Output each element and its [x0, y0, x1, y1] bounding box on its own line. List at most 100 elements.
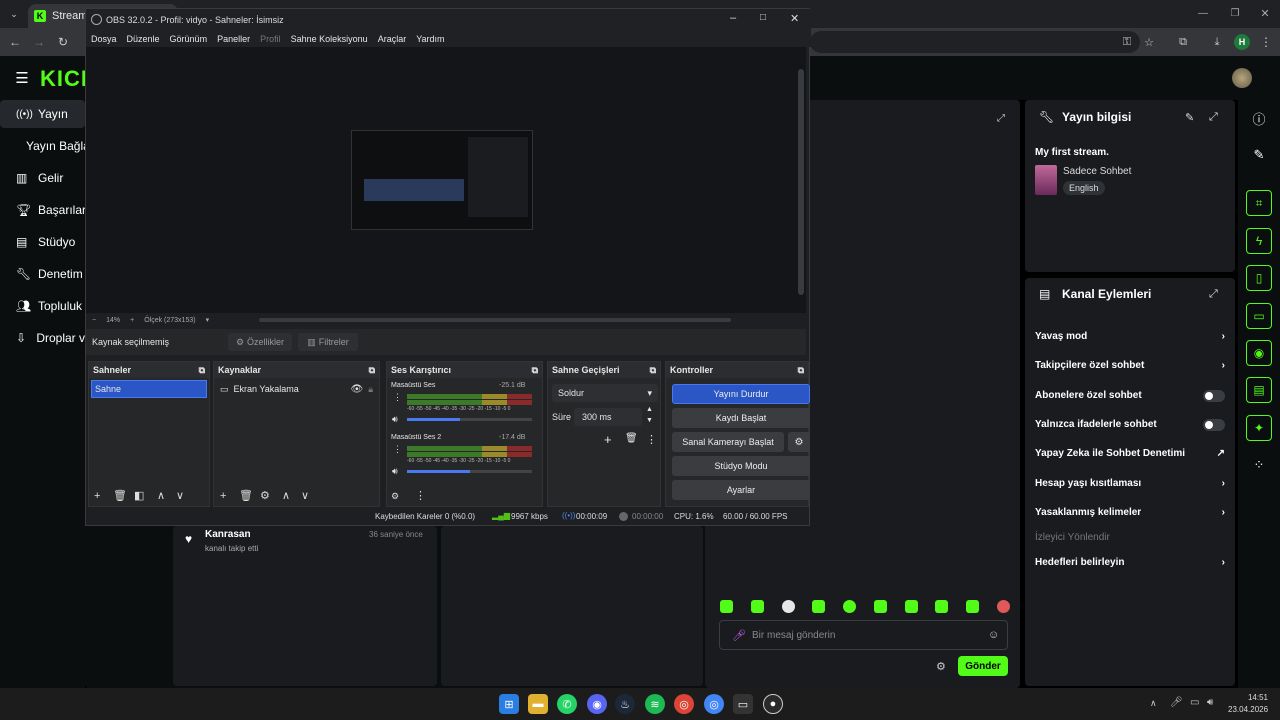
layout-icon[interactable]: ▤	[1246, 377, 1272, 403]
sidebar-item-gelir[interactable]: ▥ Gelir	[0, 164, 85, 192]
start-recording-button[interactable]: Kaydı Başlat	[672, 408, 810, 428]
start-virtual-camera-button[interactable]: Sanal Kamerayı Başlat	[672, 432, 784, 452]
add-icon[interactable]: +	[94, 490, 100, 502]
maximize-icon[interactable]: □	[760, 12, 766, 23]
emote-icon[interactable]	[935, 600, 949, 613]
send-button[interactable]: Gönder	[958, 656, 1008, 676]
popout-icon[interactable]: ⤢	[1209, 288, 1218, 301]
broadcast-icon[interactable]: ◉	[1246, 340, 1272, 366]
add-icon[interactable]: +	[604, 432, 612, 447]
trash-icon[interactable]: 🗑︎	[113, 489, 127, 502]
stop-stream-button[interactable]: Yayını Durdur	[672, 384, 810, 404]
channel-menu-icon[interactable]: ⋮	[393, 392, 402, 403]
chevron-up-icon[interactable]: ∧	[1150, 698, 1157, 709]
action-takipci-sohbet[interactable]: Takipçilere özel sohbet ›	[1025, 351, 1235, 380]
volume-slider[interactable]	[407, 470, 532, 473]
profile-avatar[interactable]: H	[1234, 34, 1250, 50]
wrench-icon[interactable]: ✦	[1246, 415, 1272, 441]
forward-icon[interactable]: →	[32, 35, 46, 49]
move-down-icon[interactable]: ∨	[301, 489, 309, 502]
virtual-camera-settings-icon[interactable]: ⚙	[788, 432, 810, 452]
duration-input[interactable]: 300 ms	[574, 408, 642, 426]
scale-dropdown[interactable]: Ölçek (273x153)	[144, 317, 195, 324]
move-up-icon[interactable]: ∧	[157, 489, 165, 502]
menu-dots-icon[interactable]: ⋮	[1260, 35, 1272, 49]
dock-float-icon[interactable]: ⧉	[369, 365, 375, 376]
steam-icon[interactable]: ♨	[615, 694, 635, 714]
action-ai-denetim[interactable]: Yapay Zeka ile Sohbet Denetimi ↗	[1025, 439, 1235, 468]
filters-button[interactable]: ▥ Filtreler	[298, 333, 358, 351]
gear-icon[interactable]: ⚙	[260, 489, 270, 502]
close-icon[interactable]: ✕	[790, 12, 799, 25]
emote-icon[interactable]	[904, 600, 918, 613]
volume-icon[interactable]: 🔊︎	[1207, 697, 1213, 708]
zoom-in-icon[interactable]: +	[130, 317, 134, 324]
sidebar-item-topluluk[interactable]: 👥︎ Topluluk	[0, 292, 85, 320]
emote-icon[interactable]	[843, 600, 857, 613]
preview-scrollbar[interactable]	[798, 69, 804, 295]
sidebar-item-denetim[interactable]: 🔧︎ Denetim	[0, 260, 85, 288]
volume-slider[interactable]	[407, 418, 532, 421]
emoji-icon[interactable]: ☺	[988, 629, 999, 641]
chevron-down-icon[interactable]: ▾	[206, 316, 210, 324]
extensions-icon[interactable]: ⧉	[1176, 35, 1190, 49]
terminal-icon[interactable]: ▭	[733, 694, 753, 714]
document-icon[interactable]: ▯	[1246, 265, 1272, 291]
clip-icon[interactable]: ⌗	[1246, 190, 1272, 216]
chat-bubble-icon[interactable]: ▭	[1246, 303, 1272, 329]
move-down-icon[interactable]: ∨	[176, 489, 184, 502]
visibility-eye-icon[interactable]: 👁︎	[351, 384, 364, 395]
spin-down-icon[interactable]: ▼	[646, 417, 653, 424]
emote-icon[interactable]	[966, 600, 980, 613]
network-icon[interactable]: ▭	[1190, 697, 1199, 708]
chat-input[interactable]: 🎤︎ Bir mesaj gönderin ☺	[719, 620, 1008, 650]
microphone-icon[interactable]: 🎤︎	[1170, 697, 1183, 708]
clock-date[interactable]: 23.04.2026	[1228, 705, 1268, 714]
menu-paneller[interactable]: Paneller	[217, 34, 250, 44]
action-yavas-mod[interactable]: Yavaş mod ›	[1025, 322, 1235, 351]
emote-icon[interactable]	[996, 600, 1010, 613]
emote-icon[interactable]	[812, 600, 826, 613]
info-icon[interactable]: ⓘ	[1246, 105, 1272, 131]
properties-button[interactable]: ⚙ Özellikler	[228, 333, 292, 351]
menu-yardim[interactable]: Yardım	[416, 34, 444, 44]
toggle-switch[interactable]	[1203, 418, 1225, 431]
close-icon[interactable]: ✕	[1258, 6, 1272, 20]
sidebar-item-droplar[interactable]: ⇩ Droplar v	[0, 324, 85, 352]
add-icon[interactable]: +	[220, 490, 226, 502]
whatsapp-icon[interactable]: ✆	[557, 694, 577, 714]
hamburger-menu-icon[interactable]: ☰	[14, 70, 30, 87]
dock-float-icon[interactable]: ⧉	[532, 365, 538, 376]
action-abone-sohbet[interactable]: Abonelere özel sohbet	[1025, 381, 1235, 410]
edit-pencil-icon[interactable]: ✎	[1185, 111, 1194, 124]
bookmark-star-icon[interactable]: ☆	[1142, 35, 1156, 49]
spin-up-icon[interactable]: ▲	[646, 406, 653, 413]
download-icon[interactable]: ⤓	[1210, 35, 1224, 49]
start-menu-icon[interactable]: ⊞	[499, 694, 519, 714]
menu-gorunum[interactable]: Görünüm	[170, 34, 208, 44]
move-up-icon[interactable]: ∧	[282, 489, 290, 502]
menu-profil[interactable]: Profil	[260, 34, 281, 44]
scene-item[interactable]: Sahne	[91, 380, 207, 398]
mixer-menu-icon[interactable]: ⋮	[415, 489, 426, 502]
chat-settings-icon[interactable]: ⚙	[936, 660, 946, 673]
emote-icon[interactable]	[781, 600, 795, 613]
obs-preview-canvas[interactable]	[86, 47, 806, 313]
address-bar[interactable]	[810, 31, 1140, 53]
action-hedefler[interactable]: Hedefleri belirleyin ›	[1025, 548, 1235, 577]
spotify-icon[interactable]: ≋	[645, 694, 665, 714]
menu-duzenle[interactable]: Düzenle	[127, 34, 160, 44]
tab-search-icon[interactable]: ⌄	[6, 6, 22, 22]
zoom-out-icon[interactable]: −	[92, 317, 96, 324]
chrome-icon[interactable]: ◎	[674, 694, 694, 714]
trash-icon[interactable]: 🗑︎	[239, 489, 253, 502]
toggle-switch[interactable]	[1203, 389, 1225, 402]
key-icon[interactable]: ⚿	[1120, 35, 1134, 49]
trash-icon[interactable]: 🗑︎	[625, 433, 638, 444]
reload-icon[interactable]: ↻	[56, 35, 70, 49]
speaker-icon[interactable]: 🔊︎	[392, 466, 398, 477]
popout-icon[interactable]: ⤢	[995, 112, 1007, 124]
sidebar-item-studyo[interactable]: ▤ Stüdyo	[0, 228, 85, 256]
user-avatar[interactable]	[1232, 68, 1252, 88]
clock-time[interactable]: 14:51	[1228, 693, 1268, 702]
